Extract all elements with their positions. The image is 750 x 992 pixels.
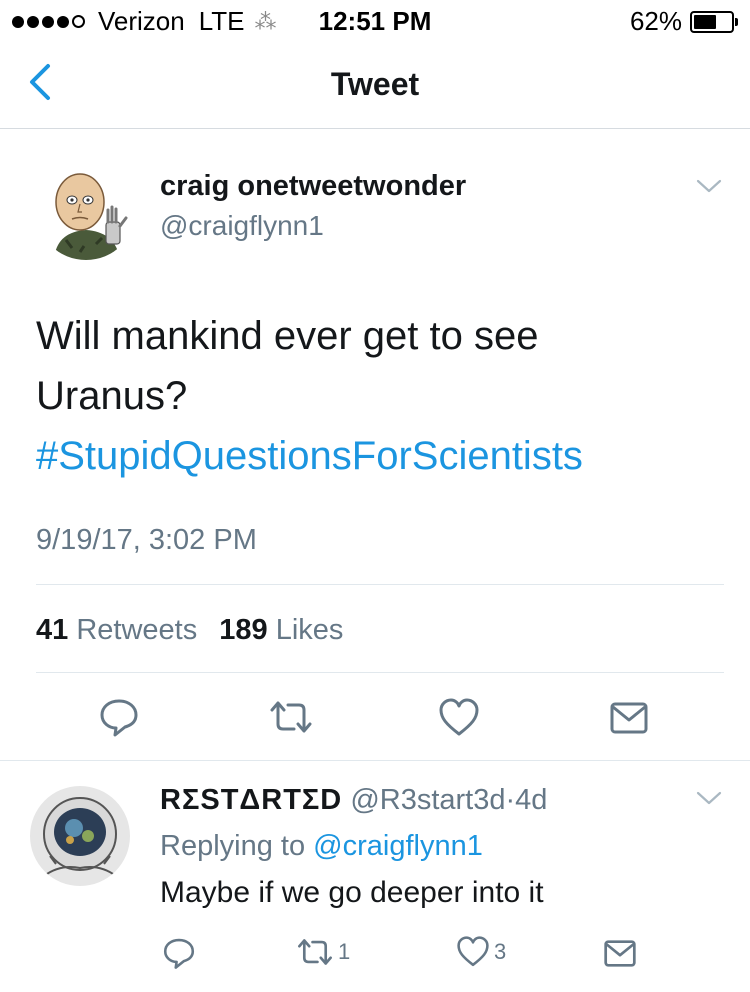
- divider: [36, 672, 724, 673]
- tweet-stats: 41 Retweets 189 Likes: [36, 614, 343, 647]
- retweet-icon: [270, 701, 312, 733]
- chevron-down-icon: [696, 179, 722, 193]
- avatar-cartoon-image: [36, 160, 136, 260]
- nav-bar: Tweet: [0, 40, 750, 129]
- status-bar: Verizon LTE ⁂ 12:51 PM 62%: [0, 0, 750, 40]
- reply-like-count: 3: [494, 939, 507, 964]
- replying-to: Replying to @craigflynn1: [160, 830, 483, 863]
- reply-icon: [163, 938, 195, 969]
- like-label: Likes: [275, 614, 344, 646]
- reply-retweet-count: 1: [338, 939, 351, 964]
- reply-reply-button[interactable]: [162, 936, 196, 975]
- likes-stat[interactable]: 189 Likes: [219, 614, 343, 646]
- tweet-timestamp: 9/19/17, 3:02 PM: [36, 524, 257, 556]
- like-button[interactable]: [438, 698, 480, 743]
- reply-retweet-button[interactable]: 1: [296, 938, 350, 966]
- direct-message-button[interactable]: [610, 702, 648, 739]
- reply-text: Maybe if we go deeper into it: [160, 876, 544, 909]
- heart-icon: [439, 698, 479, 736]
- tweet-text: Will mankind ever get to see Uranus? #St…: [36, 306, 716, 486]
- envelope-icon: [604, 940, 636, 967]
- reply-header: RΣSTΔRTΣD @R3start3d·4d: [160, 784, 547, 817]
- hashtag-link[interactable]: #StupidQuestionsForScientists: [36, 426, 716, 486]
- reply-author-name[interactable]: RΣSTΔRTΣD: [160, 784, 342, 816]
- status-right: 62%: [629, 6, 738, 37]
- tweet-options-button[interactable]: [696, 178, 722, 199]
- reply-options-button[interactable]: [696, 790, 722, 811]
- retweet-icon: [298, 939, 332, 965]
- retweets-stat[interactable]: 41 Retweets: [36, 614, 197, 646]
- like-count: 189: [219, 614, 268, 646]
- avatar-astronaut-image: [30, 786, 130, 886]
- retweet-label: Retweets: [76, 614, 198, 646]
- envelope-icon: [610, 702, 648, 734]
- reply-author-avatar[interactable]: [30, 786, 130, 886]
- battery-percent: 62%: [629, 6, 682, 36]
- author-avatar[interactable]: [36, 160, 136, 260]
- chevron-down-icon: [696, 791, 722, 805]
- page-title: Tweet: [330, 66, 420, 102]
- retweet-button[interactable]: [268, 700, 314, 739]
- reply-like-button[interactable]: 3: [456, 936, 506, 968]
- retweet-count: 41: [36, 614, 69, 646]
- reply-separator: ·: [505, 784, 516, 816]
- section-divider: [0, 760, 750, 761]
- author-handle[interactable]: @craigflynn1: [160, 210, 324, 242]
- replying-to-handle[interactable]: @craigflynn1: [313, 830, 483, 862]
- reply-dm-button[interactable]: [604, 940, 636, 972]
- author-name[interactable]: craig onetweetwonder: [160, 170, 466, 203]
- reply-button[interactable]: [98, 696, 140, 743]
- replying-to-prefix: Replying to: [160, 830, 306, 862]
- tweet-text-line-1: Will mankind ever get to see: [36, 314, 539, 358]
- divider: [36, 584, 724, 585]
- reply-author-handle[interactable]: @R3start3d: [350, 784, 505, 816]
- battery-icon: [690, 10, 738, 33]
- heart-icon: [457, 936, 489, 967]
- tweet-text-line-2: Uranus?: [36, 374, 188, 418]
- reply-age: 4d: [515, 784, 548, 816]
- reply-icon: [100, 699, 138, 737]
